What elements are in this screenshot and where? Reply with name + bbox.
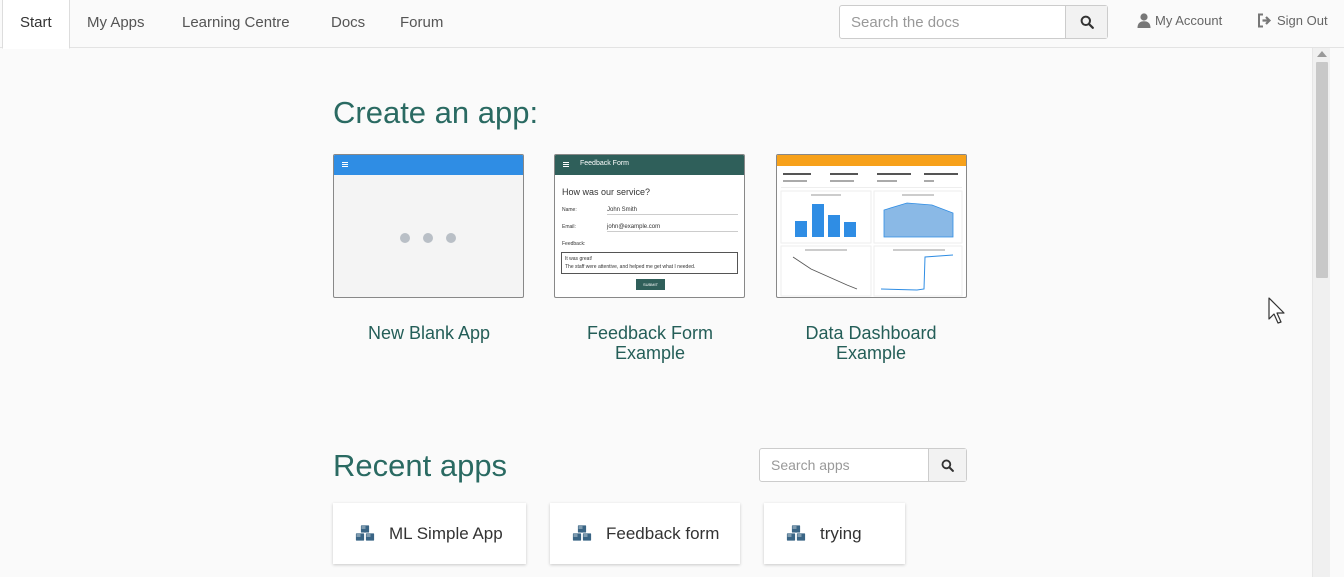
preview-feedback-line: The staff were attentive, and helped me …: [565, 264, 696, 270]
recent-apps-heading: Recent apps: [333, 448, 508, 483]
card-header: Feedback Form: [555, 155, 744, 175]
template-title-line: Example: [835, 343, 907, 363]
cubes-icon: [355, 524, 375, 542]
preview-question: How was our service?: [562, 187, 651, 197]
template-card-feedback[interactable]: Feedback Form How was our service? Name:…: [554, 154, 745, 298]
recent-app-name: ML Simple App: [389, 523, 503, 543]
menu-icon: [563, 162, 569, 163]
recent-app-item[interactable]: trying: [764, 503, 905, 564]
cubes-icon: [572, 524, 592, 542]
template-title-feedback[interactable]: Feedback Form Example: [550, 323, 750, 363]
preview-feedback-line: It was great!: [565, 256, 593, 262]
template-title-line: Example: [614, 343, 686, 363]
recent-app-name: trying: [820, 523, 862, 543]
sign-out-icon: [1258, 13, 1272, 28]
preview-feedback-label: Feedback:: [562, 241, 586, 247]
preview-header-title: Feedback Form: [580, 160, 630, 167]
docs-search-input[interactable]: [840, 6, 1066, 38]
recent-app-name: Feedback form: [606, 523, 720, 543]
sign-out-label: Sign Out: [1277, 13, 1328, 28]
preview-feedback-box: It was great! The staff were attentive, …: [561, 252, 738, 274]
template-title-dashboard[interactable]: Data Dashboard Example: [771, 323, 971, 363]
sign-out-link[interactable]: Sign Out: [1257, 13, 1328, 28]
my-account-label: My Account: [1155, 13, 1223, 28]
user-icon: [1137, 13, 1151, 28]
menu-icon: [342, 162, 348, 163]
scroll-up-arrow-icon[interactable]: [1317, 51, 1327, 57]
search-icon: [941, 459, 954, 472]
recent-app-item[interactable]: Feedback form: [550, 503, 740, 564]
template-title-line: New Blank App: [367, 323, 491, 343]
tab-docs[interactable]: Docs: [314, 0, 382, 48]
apps-search-input[interactable]: [760, 449, 928, 481]
preview-email-value: john@example.com: [607, 224, 738, 232]
mouse-cursor-icon: [1268, 297, 1285, 324]
tab-start[interactable]: Start: [2, 0, 70, 49]
template-title-line: Feedback Form: [586, 323, 714, 343]
preview-email-label: Email:: [562, 224, 576, 230]
tab-learning-centre[interactable]: Learning Centre: [165, 0, 307, 48]
apps-search: [759, 448, 967, 482]
my-account-link[interactable]: My Account: [1137, 13, 1222, 28]
docs-search-button[interactable]: [1065, 6, 1107, 38]
card-header: [777, 155, 966, 166]
dashboard-summary-row: [781, 170, 962, 188]
recent-app-item[interactable]: ML Simple App: [333, 503, 526, 564]
dashboard-charts-thumbnail: [780, 190, 963, 297]
apps-search-button[interactable]: [928, 449, 966, 481]
template-title-blank[interactable]: New Blank App: [329, 323, 529, 343]
search-icon: [1080, 15, 1094, 29]
preview-name-label: Name:: [562, 207, 577, 213]
card-header: [334, 155, 523, 175]
create-app-heading: Create an app:: [333, 95, 539, 130]
preview-submit-button: SUBMIT: [636, 279, 665, 290]
cubes-icon: [786, 524, 806, 542]
tab-forum[interactable]: Forum: [383, 0, 460, 48]
template-card-dashboard[interactable]: [776, 154, 967, 298]
template-card-blank[interactable]: [333, 154, 524, 298]
docs-search: [839, 5, 1108, 39]
template-title-line: Data Dashboard: [805, 323, 937, 343]
page-scrollbar[interactable]: [1312, 48, 1330, 577]
top-nav: Start My Apps Learning Centre Docs Forum…: [0, 0, 1344, 49]
preview-name-value: John Smith: [607, 207, 738, 215]
tab-my-apps[interactable]: My Apps: [70, 0, 162, 48]
scrollbar-thumb[interactable]: [1316, 62, 1328, 278]
